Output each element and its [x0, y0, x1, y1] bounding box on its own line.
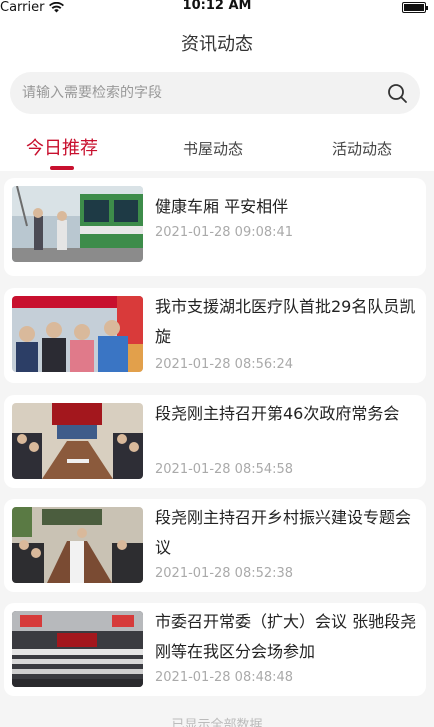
tab-label: 书屋动态	[183, 140, 244, 158]
battery-icon	[402, 1, 428, 13]
tab-label: 今日推荐	[26, 138, 98, 159]
list-end-hint: 已显示全部数据	[171, 718, 263, 727]
tab-bar: 今日推荐 书屋动态 活动动态	[0, 130, 434, 170]
news-time: 2021-01-28 09:08:41	[155, 225, 294, 240]
search-bar[interactable]	[10, 72, 420, 114]
search-icon[interactable]	[386, 82, 408, 104]
news-thumbnail	[12, 403, 143, 479]
page-title: 资讯动态	[181, 34, 253, 55]
news-title: 我市支援湖北医疗队首批29名队员凯旋	[155, 297, 416, 346]
header: 资讯动态 今日推荐 书屋动态 活动动态	[0, 16, 434, 171]
news-thumbnail	[12, 296, 143, 372]
tab-activity-news[interactable]: 活动动态	[332, 138, 392, 159]
tab-bookhouse-news[interactable]: 书屋动态	[183, 138, 243, 159]
news-title: 段尧刚主持召开乡村振兴建设专题会议	[155, 508, 412, 557]
tab-today-recommend[interactable]: 今日推荐	[26, 134, 98, 170]
status-time: 10:12 AM	[182, 0, 252, 13]
news-time: 2021-01-28 08:52:38	[155, 566, 294, 581]
news-thumbnail	[12, 186, 143, 262]
news-card[interactable]: 我市支援湖北医疗队首批29名队员凯旋 2021-01-28 08:56:24	[4, 288, 426, 383]
news-card[interactable]: 段尧刚主持召开乡村振兴建设专题会议 2021-01-28 08:52:38	[4, 499, 426, 592]
status-bar: Carrier 10:12 AM	[0, 0, 434, 16]
news-card[interactable]: 健康车厢 平安相伴 2021-01-28 09:08:41	[4, 178, 426, 276]
news-title: 市委召开常委（扩大）会议 张驰段尧刚等在我区分会场参加	[155, 612, 417, 661]
tab-label: 活动动态	[332, 140, 393, 158]
active-tab-indicator	[50, 166, 74, 170]
news-thumbnail	[12, 611, 143, 687]
search-input[interactable]	[22, 85, 386, 101]
news-card[interactable]: 市委召开常委（扩大）会议 张驰段尧刚等在我区分会场参加 2021-01-28 0…	[4, 603, 426, 696]
news-time: 2021-01-28 08:56:24	[155, 357, 294, 372]
news-title: 段尧刚主持召开第46次政府常务会	[155, 404, 400, 423]
news-thumbnail	[12, 507, 143, 583]
news-time: 2021-01-28 08:48:48	[155, 670, 294, 685]
news-time: 2021-01-28 08:54:58	[155, 462, 294, 477]
news-title: 健康车厢 平安相伴	[155, 197, 289, 216]
news-card[interactable]: 段尧刚主持召开第46次政府常务会 2021-01-28 08:54:58	[4, 395, 426, 488]
